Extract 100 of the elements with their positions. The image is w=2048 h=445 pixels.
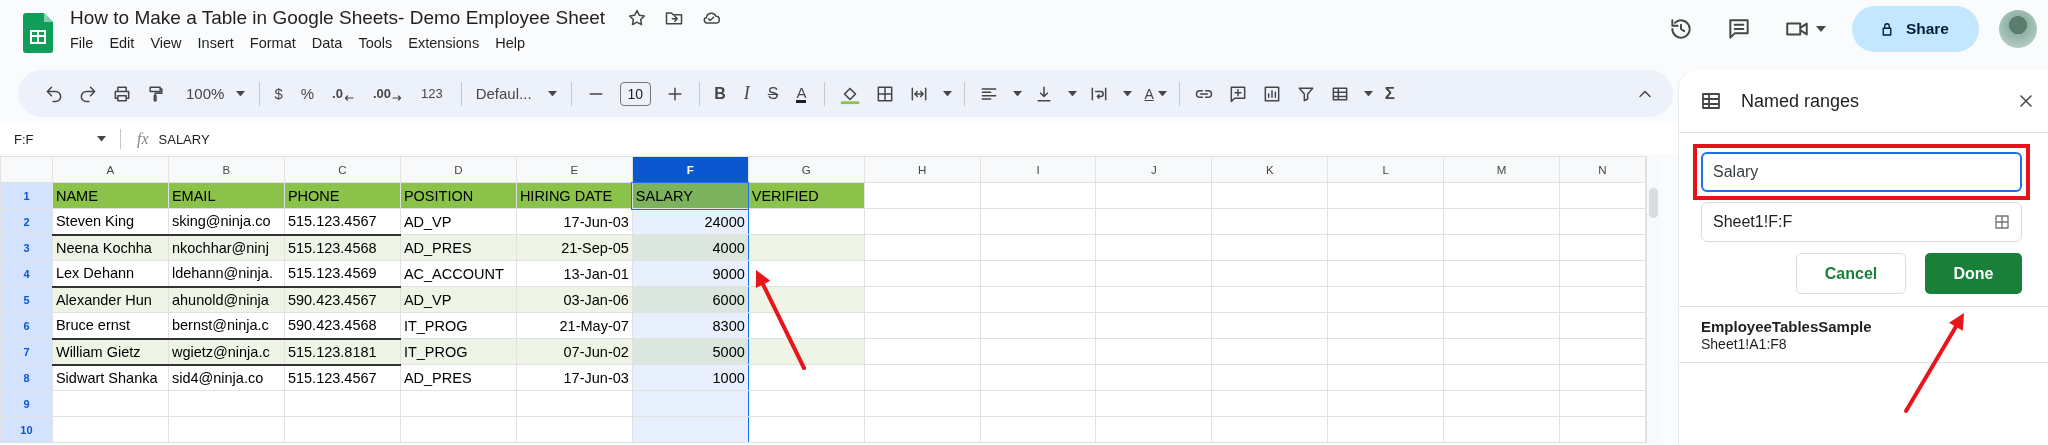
table-cell: Steven King [52, 208, 169, 235]
table-cell: 07-Jun-02 [516, 338, 633, 365]
star-icon[interactable] [627, 8, 648, 28]
sheets-logo[interactable] [23, 13, 53, 53]
row-header[interactable]: 10 [0, 416, 53, 443]
done-button[interactable]: Done [1925, 253, 2022, 294]
column-header[interactable]: A [52, 156, 169, 183]
table-cell: 515.123.4567 [284, 364, 401, 391]
share-button[interactable]: Share [1851, 6, 1979, 52]
row-header[interactable]: 7 [0, 338, 53, 365]
table-cell: 03-Jan-06 [516, 286, 633, 313]
menu-item[interactable]: Format [249, 35, 296, 51]
column-header[interactable]: C [284, 156, 401, 183]
table-cell: ldehann@ninja. [168, 260, 285, 287]
formula-field[interactable]: SALARY [158, 131, 210, 147]
table-cell: nkochhar@ninj [168, 234, 285, 261]
caret-icon[interactable] [1013, 90, 1023, 97]
table-cell: 515.123.4567 [284, 208, 401, 235]
table-cell: 13-Jan-01 [516, 260, 633, 287]
column-header[interactable]: M [1443, 156, 1560, 183]
table-cell: wgietz@ninja.c [168, 338, 285, 365]
table-cell: SALARY [632, 182, 749, 209]
table-cell: sking@ninja.co [168, 208, 285, 235]
row-header[interactable]: 6 [0, 312, 53, 339]
table-cell: AC_ACCOUNT [400, 260, 517, 287]
name-input-field[interactable]: Salary [1701, 152, 2022, 192]
menu-item[interactable]: Edit [109, 35, 135, 51]
row-header[interactable]: 9 [0, 390, 53, 417]
column-header[interactable]: D [400, 156, 517, 183]
menu-item[interactable]: File [70, 35, 94, 51]
caret-icon[interactable] [1157, 90, 1167, 97]
table-cell: Bruce ernst [52, 312, 169, 339]
table-cell: 21-May-07 [516, 312, 633, 339]
caret-icon[interactable] [236, 90, 246, 97]
caret-icon[interactable] [1815, 26, 1826, 32]
menu-item[interactable]: Data [311, 35, 343, 51]
row-header[interactable]: 3 [0, 234, 53, 261]
table-cell: Sidwart Shanka [52, 364, 169, 391]
row-header[interactable]: 2 [0, 208, 53, 235]
italic-button[interactable]: I [743, 83, 750, 104]
row-header[interactable]: 4 [0, 260, 53, 287]
bold-button[interactable]: B [714, 84, 726, 103]
row-header[interactable]: 5 [0, 286, 53, 313]
text-color-button[interactable]: A [796, 84, 807, 103]
range-name[interactable]: EmployeeTablesSample [1701, 318, 2026, 335]
column-header[interactable]: G [748, 156, 865, 183]
document-title[interactable]: How to Make a Table in Google Sheets- Demo Employee Sheet [70, 7, 606, 29]
increase-decimal[interactable]: .00 [372, 83, 403, 104]
table-cell: NAME [52, 182, 169, 209]
menu-item[interactable]: Tools [358, 35, 393, 51]
panel-title: Named ranges [1741, 90, 1860, 112]
font-size-field[interactable]: 10 [619, 81, 652, 106]
table-cell: Neena Kochha [52, 234, 169, 261]
caret-icon[interactable] [943, 90, 953, 97]
menu-item[interactable]: Help [495, 35, 525, 51]
functions-button[interactable]: Σ [1384, 83, 1395, 104]
decrease-decimal[interactable]: .0 [332, 83, 355, 104]
caret-icon[interactable] [547, 90, 557, 97]
font-selector[interactable]: Defaul... [475, 85, 557, 102]
column-header[interactable]: I [980, 156, 1096, 183]
column-header[interactable]: L [1327, 156, 1444, 183]
currency-format[interactable]: $ [274, 85, 283, 102]
table-cell: 515.123.4569 [284, 260, 401, 287]
column-header[interactable]: H [864, 156, 981, 183]
percent-format[interactable]: % [300, 85, 315, 102]
menu-item[interactable]: View [150, 35, 182, 51]
table-cell: bernst@ninja.c [168, 312, 285, 339]
table-cell: PHONE [284, 182, 401, 209]
caret-icon[interactable] [1123, 90, 1133, 97]
zoom-selector[interactable]: 100% [186, 85, 246, 102]
row-header[interactable]: 8 [0, 364, 53, 391]
cancel-button[interactable]: Cancel [1796, 253, 1906, 294]
table-cell: EMAIL [168, 182, 285, 209]
table-cell: 8300 [632, 312, 749, 339]
column-header[interactable]: J [1095, 156, 1212, 183]
column-header[interactable]: B [168, 156, 285, 183]
strikethrough-button[interactable]: S [767, 84, 779, 103]
column-header[interactable]: K [1211, 156, 1328, 183]
grid-icon[interactable] [1993, 213, 2011, 231]
column-header[interactable]: N [1559, 156, 1646, 183]
table-cell: IT_PROG [400, 338, 517, 365]
caret-icon[interactable] [1363, 90, 1373, 97]
range-field[interactable]: Sheet1!F:F [1701, 202, 2022, 242]
table-cell: Lex Dehann [52, 260, 169, 287]
caret-icon[interactable] [1068, 90, 1078, 97]
row-header[interactable]: 1 [0, 182, 53, 209]
table-cell: IT_PROG [400, 312, 517, 339]
number-format[interactable]: 123 [421, 86, 443, 101]
text-rotation-button[interactable]: A [1144, 85, 1154, 102]
column-header[interactable]: E [516, 156, 633, 183]
name-box[interactable]: F:F [0, 131, 106, 147]
menu-item[interactable]: Extensions [408, 35, 480, 51]
column-header[interactable]: F [632, 156, 749, 183]
table-cell: 515.123.4568 [284, 234, 401, 261]
table-cell: 590.423.4568 [284, 312, 401, 339]
table-cell: 4000 [632, 234, 749, 261]
avatar[interactable] [1999, 10, 2037, 48]
caret-icon[interactable] [97, 136, 106, 142]
scrollbar-thumb[interactable] [1649, 188, 1658, 218]
menu-item[interactable]: Insert [197, 35, 234, 51]
